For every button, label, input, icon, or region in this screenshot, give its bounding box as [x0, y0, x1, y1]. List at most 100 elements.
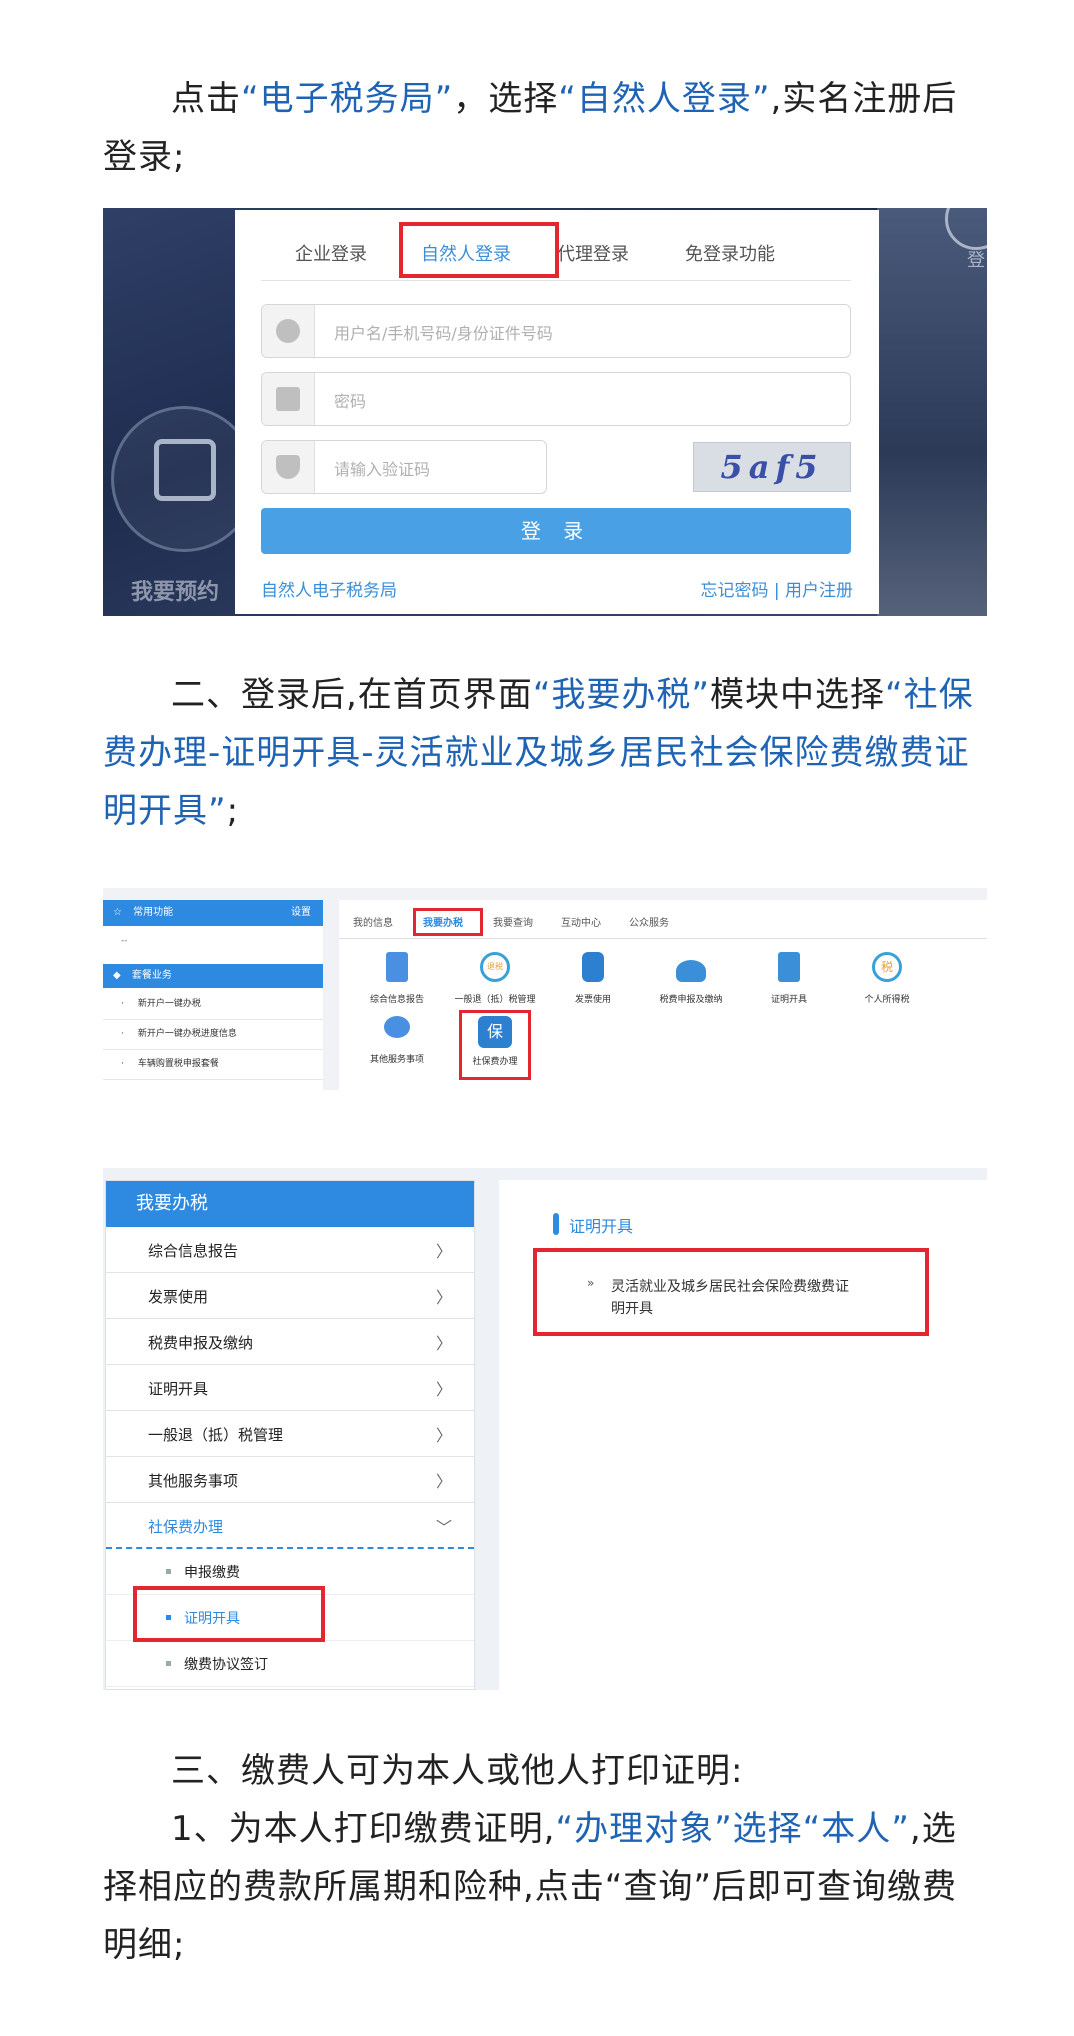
- tile-tax-declaration[interactable]: 税费申报及缴纳: [641, 952, 741, 1005]
- menu-other-services[interactable]: 其他服务事项 〉: [106, 1457, 474, 1503]
- menu-tax-refund[interactable]: 一般退（抵）税管理 〉: [106, 1411, 474, 1457]
- homepage-screenshot: ☆ 常用功能 设置 -- ◆ 套餐业务 · 新开户一键办税 · 新开户一键办税进度信…: [103, 888, 987, 1090]
- highlight-box-certificate-item: [533, 1248, 929, 1336]
- tile-label: 其他服务事项: [369, 1055, 424, 1065]
- appointment-label[interactable]: 我要预约: [131, 574, 219, 606]
- captcha-image[interactable]: 5af5: [693, 442, 851, 492]
- highlight-box-social-insurance: [459, 1010, 531, 1080]
- natural-person-etax-link[interactable]: 自然人电子税务局: [261, 576, 397, 601]
- certificate-icon: [778, 952, 800, 982]
- section-title: 证明开具: [569, 1217, 634, 1236]
- tab-enterprise-login[interactable]: 企业登录: [295, 240, 367, 266]
- submenu-payment-agreement[interactable]: 缴费协议签订: [106, 1641, 474, 1687]
- highlight-box-natural-login: [399, 222, 559, 278]
- captcha-placeholder: 请输入验证码: [334, 460, 431, 479]
- step1-highlight-etax: “电子税务局”: [241, 79, 454, 119]
- step2-text-before: 二、登录后,在首页界面: [171, 675, 533, 715]
- menu-label: 其他服务事项: [148, 1472, 239, 1490]
- common-functions-sidebar: ☆ 常用功能 设置 -- ◆ 套餐业务 · 新开户一键办税 · 新开户一键办税进度信…: [103, 900, 323, 1090]
- bullet-icon: [166, 1569, 171, 1574]
- step2-text-after: ;: [226, 791, 240, 831]
- step1-text-before: 点击: [171, 79, 241, 119]
- step2-highlight-tax-module: “我要办税”: [532, 675, 711, 715]
- shield-icon: [262, 441, 315, 493]
- heart-hand-icon: [384, 1016, 410, 1038]
- sidebar-item-new-account[interactable]: · 新开户一键办税: [103, 990, 323, 1020]
- forgot-password-register-links[interactable]: 忘记密码 | 用户注册: [700, 576, 853, 601]
- hand-coin-icon: [676, 960, 706, 982]
- login-button[interactable]: 登 录: [261, 508, 851, 554]
- package-business-header[interactable]: ◆ 套餐业务: [103, 964, 323, 988]
- menu-label: 综合信息报告: [148, 1242, 239, 1260]
- common-functions-label: 常用功能: [133, 907, 174, 918]
- sidebar-dash: --: [121, 936, 128, 946]
- tab-agent-login[interactable]: 代理登录: [557, 240, 629, 266]
- step2-paragraph: 二、登录后,在首页界面“我要办税”模块中选择“社保费办理-证明开具-灵活就业及城…: [103, 666, 987, 840]
- password-placeholder: 密码: [334, 392, 367, 411]
- tile-label: 税费申报及缴纳: [659, 995, 723, 1005]
- menu-invoice[interactable]: 发票使用 〉: [106, 1273, 474, 1319]
- menu-social-insurance[interactable]: 社保费办理 ﹀: [106, 1503, 474, 1549]
- login-screenshot: 登 我要预约 企业登录 自然人登录 代理登录 免登录功能 用户名/手机号码/身份…: [103, 208, 987, 616]
- password-field[interactable]: 密码: [261, 372, 851, 426]
- menu-label: 一般退（抵）税管理: [148, 1426, 284, 1444]
- background-login-label: 登: [967, 250, 985, 271]
- tab-query[interactable]: 我要查询: [493, 914, 533, 929]
- menu-label: 税费申报及缴纳: [148, 1334, 254, 1352]
- menu-tax-declaration[interactable]: 税费申报及缴纳 〉: [106, 1319, 474, 1365]
- menu-label: 证明开具: [148, 1380, 209, 1398]
- refund-icon: 退税: [480, 952, 510, 982]
- tile-invoice[interactable]: 发票使用: [543, 952, 643, 1005]
- document-icon: [386, 952, 408, 982]
- tile-comprehensive-report[interactable]: 综合信息报告: [347, 952, 447, 1005]
- menu-label: 发票使用: [148, 1288, 209, 1306]
- tab-my-info[interactable]: 我的信息: [353, 914, 393, 929]
- tile-label: 发票使用: [574, 995, 611, 1005]
- sidebar-item-label: 新开户一键办税: [137, 999, 201, 1009]
- username-placeholder: 用户名/手机号码/身份证件号码: [334, 324, 553, 343]
- step3-line1: 三、缴费人可为本人或他人打印证明:: [103, 1742, 987, 1800]
- nav-divider: [339, 938, 987, 939]
- step1-highlight-natural-login: “自然人登录”: [558, 79, 771, 119]
- common-functions-header[interactable]: ☆ 常用功能 设置: [103, 900, 323, 926]
- highlight-box-do-tax-tab: [413, 908, 483, 936]
- package-business-label: 套餐业务: [131, 970, 172, 981]
- step3-paragraph: 1、为本人打印缴费证明,“办理对象”选择“本人”,选择相应的费款所属期和险种,点…: [103, 1800, 987, 1974]
- sidebar-item-vehicle-tax[interactable]: · 车辆购置税申报套餐: [103, 1050, 323, 1080]
- chevron-right-icon: 〉: [435, 1426, 452, 1445]
- star-icon: ☆: [113, 907, 122, 918]
- tab-interaction-center[interactable]: 互动中心: [561, 914, 601, 929]
- sidebar-item-label: 车辆购置税申报套餐: [137, 1059, 219, 1069]
- menu-certificate[interactable]: 证明开具 〉: [106, 1365, 474, 1411]
- chevron-right-icon: 〉: [435, 1380, 452, 1399]
- tile-tax-refund[interactable]: 退税 一般退（抵）税管理: [445, 952, 545, 1005]
- tile-other-services[interactable]: 其他服务事项: [347, 1016, 447, 1065]
- username-field[interactable]: 用户名/手机号码/身份证件号码: [261, 304, 851, 358]
- tile-label: 一般退（抵）税管理: [454, 995, 536, 1005]
- cube-icon: ◆: [113, 970, 121, 981]
- step1-text-mid: ，选择: [453, 79, 559, 119]
- menu-comprehensive-report[interactable]: 综合信息报告 〉: [106, 1227, 474, 1273]
- invoice-icon: [582, 952, 604, 982]
- tab-no-login-functions[interactable]: 免登录功能: [685, 240, 775, 266]
- tile-label: 综合信息报告: [369, 995, 424, 1005]
- tile-personal-income-tax[interactable]: 税 个人所得税: [837, 952, 937, 1005]
- chevron-right-icon: 〉: [435, 1472, 452, 1491]
- sidebar-header-label: 我要办税: [136, 1193, 208, 1214]
- chevron-down-icon: ﹀: [435, 1518, 452, 1537]
- step3-line1-text: 三、缴费人可为本人或他人打印证明:: [171, 1751, 744, 1791]
- setting-link[interactable]: 设置: [291, 900, 311, 926]
- submenu-label: 缴费协议签订: [184, 1657, 268, 1673]
- menu-label: 社保费办理: [148, 1518, 224, 1536]
- bullet-icon: [166, 1661, 171, 1666]
- captcha-field[interactable]: 请输入验证码: [261, 440, 547, 494]
- chevron-right-icon: 〉: [435, 1242, 452, 1261]
- sidebar-item-label: 新开户一键办税进度信息: [137, 1029, 237, 1039]
- tab-public-services[interactable]: 公众服务: [629, 914, 669, 929]
- sidebar-item-new-account-progress[interactable]: · 新开户一键办税进度信息: [103, 1020, 323, 1050]
- highlight-box-certificate-submenu: [133, 1586, 325, 1642]
- calendar-icon: [154, 439, 216, 501]
- tile-certificate[interactable]: 证明开具: [739, 952, 839, 1005]
- login-panel: 企业登录 自然人登录 代理登录 免登录功能 用户名/手机号码/身份证件号码 密码…: [235, 210, 879, 614]
- user-icon: [262, 305, 315, 357]
